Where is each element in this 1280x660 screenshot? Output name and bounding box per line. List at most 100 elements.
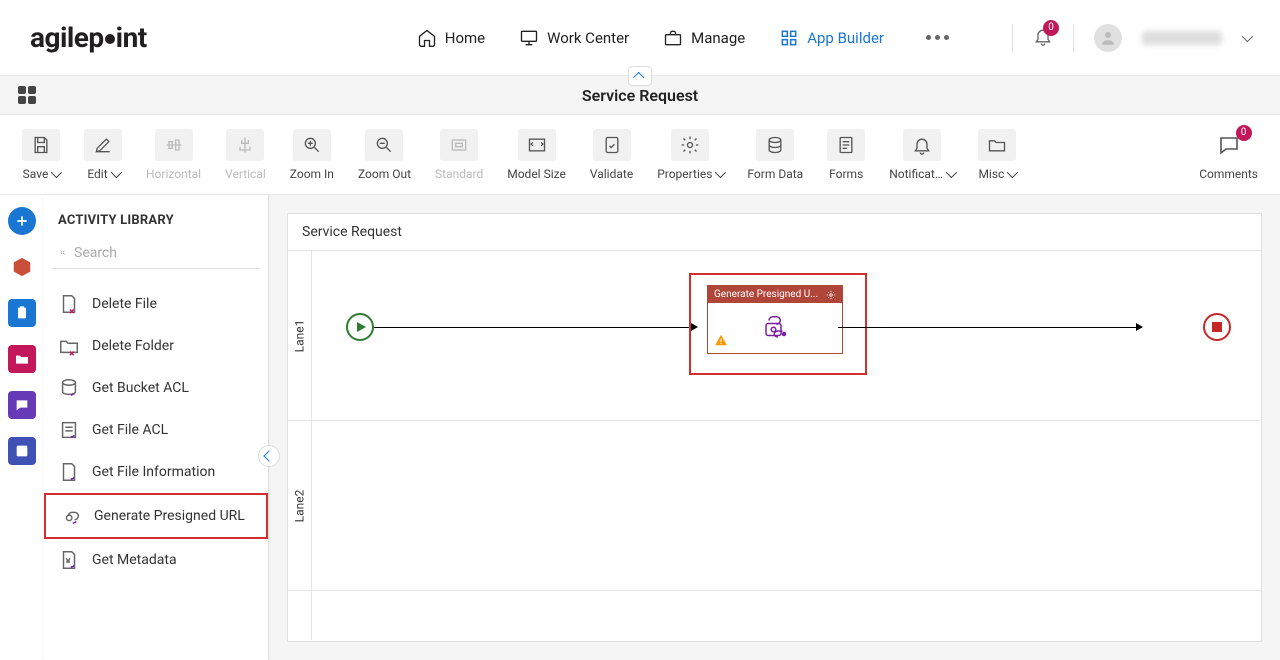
horizontal-button[interactable]: Horizontal	[146, 129, 201, 181]
save-button[interactable]: Save	[22, 129, 60, 181]
panel-title: ACTIVITY LIBRARY	[44, 195, 268, 238]
folder-icon	[987, 135, 1007, 155]
zoom-out-icon	[374, 135, 394, 155]
activity-delete-file[interactable]: Delete File	[44, 283, 268, 325]
gear-icon[interactable]	[826, 290, 836, 300]
flow-connector	[838, 327, 1142, 328]
zoom-in-button[interactable]: Zoom In	[290, 129, 334, 181]
activity-node-header: Generate Presigned U...	[708, 286, 842, 303]
chevron-down-icon	[51, 166, 62, 177]
rail-variables-button[interactable]	[8, 437, 36, 465]
briefcase-icon	[663, 28, 683, 48]
lanes: Lane1 Lane2 Generate Presigned U...	[288, 251, 1261, 640]
model-size-icon	[527, 135, 547, 155]
folder-delete-icon	[58, 335, 80, 357]
nav-manage-label: Manage	[691, 29, 745, 47]
forms-button[interactable]: Forms	[827, 129, 865, 181]
left-rail	[0, 195, 44, 660]
file-info-icon	[58, 461, 80, 483]
properties-button[interactable]: Properties	[657, 129, 723, 181]
notifications-button[interactable]: 0	[1033, 26, 1053, 50]
rail-chat-button[interactable]	[8, 391, 36, 419]
rail-clipboard-button[interactable]	[8, 299, 36, 327]
collapse-panel-button[interactable]	[258, 445, 280, 467]
form-data-button[interactable]: Form Data	[747, 129, 803, 181]
chevron-down-icon	[946, 166, 957, 177]
nav-app-builder[interactable]: App Builder	[779, 28, 884, 48]
chevron-down-icon[interactable]	[1242, 30, 1253, 41]
lane-body: Generate Presigned U...	[312, 251, 1261, 640]
nav-home-label: Home	[445, 29, 485, 47]
grid-icon	[779, 28, 799, 48]
validate-button[interactable]: Validate	[590, 129, 633, 181]
activity-delete-folder[interactable]: Delete Folder	[44, 325, 268, 367]
nav-more-button[interactable]	[926, 35, 949, 40]
package-icon	[11, 256, 33, 278]
gear-icon	[680, 135, 700, 155]
lane-label-2[interactable]: Lane2	[288, 421, 311, 591]
activity-get-file-information[interactable]: Get File Information	[44, 451, 268, 493]
process-canvas[interactable]: Service Request Lane1 Lane2 Gener	[287, 213, 1262, 642]
main-nav: Home Work Center Manage App Builder	[417, 28, 949, 48]
edit-button[interactable]: Edit	[84, 129, 122, 181]
nav-manage[interactable]: Manage	[663, 28, 745, 48]
lane-labels: Lane1 Lane2	[288, 251, 312, 640]
search-input[interactable]	[74, 245, 252, 261]
file-delete-icon	[58, 293, 80, 315]
activity-get-file-acl[interactable]: Get File ACL	[44, 409, 268, 451]
presigned-url-icon	[757, 313, 793, 343]
lane-label-1[interactable]: Lane1	[288, 251, 311, 421]
align-horizontal-icon	[164, 135, 184, 155]
bell-icon	[912, 135, 932, 155]
rail-add-button[interactable]	[8, 207, 36, 235]
rail-package-button[interactable]	[8, 253, 36, 281]
start-node[interactable]	[346, 313, 374, 341]
activity-node-highlight: Generate Presigned U...	[689, 273, 867, 375]
activity-list: Delete File Delete Folder Get Bucket ACL…	[44, 277, 268, 587]
apps-menu-button[interactable]	[18, 86, 36, 104]
zoom-out-button[interactable]: Zoom Out	[358, 129, 411, 181]
activity-get-metadata[interactable]: Get Metadata	[44, 539, 268, 581]
flow-connector	[374, 327, 696, 328]
comments-badge: 0	[1236, 125, 1252, 141]
nav-work-center[interactable]: Work Center	[519, 28, 629, 48]
toolbar: Save Edit Horizontal Vertical Zoom In Zo…	[0, 115, 1280, 195]
misc-button[interactable]: Misc	[978, 129, 1016, 181]
presigned-url-icon	[60, 505, 82, 527]
database-icon	[765, 135, 785, 155]
collapse-subheader-button[interactable]	[628, 66, 652, 86]
notification-badge: 0	[1043, 20, 1059, 36]
comments-button[interactable]: 0 Comments	[1199, 129, 1258, 181]
activity-generate-presigned-url[interactable]: Generate Presigned URL	[44, 493, 268, 539]
validate-icon	[602, 135, 622, 155]
nav-home[interactable]: Home	[417, 28, 485, 48]
subheader-bar: Service Request	[0, 75, 1280, 115]
rail-folder-button[interactable]	[8, 345, 36, 373]
chevron-down-icon	[1007, 166, 1018, 177]
chevron-down-icon	[715, 166, 726, 177]
vertical-button[interactable]: Vertical	[225, 129, 266, 181]
zoom-in-icon	[302, 135, 322, 155]
avatar[interactable]	[1094, 24, 1122, 52]
lane-1[interactable]: Generate Presigned U...	[312, 251, 1261, 421]
chevron-down-icon	[110, 166, 121, 177]
activity-library-panel: ACTIVITY LIBRARY Delete File Delete Fold…	[44, 195, 269, 660]
canvas-title: Service Request	[288, 214, 1261, 251]
username	[1142, 31, 1222, 45]
user-icon	[1099, 29, 1117, 47]
end-node[interactable]	[1203, 313, 1231, 341]
chat-icon	[14, 397, 30, 413]
canvas-wrap: Service Request Lane1 Lane2 Gener	[269, 195, 1280, 660]
activity-node[interactable]: Generate Presigned U...	[707, 285, 843, 354]
lane-2[interactable]	[312, 421, 1261, 591]
activity-get-bucket-acl[interactable]: Get Bucket ACL	[44, 367, 268, 409]
standard-button[interactable]: Standard	[435, 129, 483, 181]
notifications-button[interactable]: Notificat…	[889, 129, 954, 181]
warning-icon	[714, 333, 728, 347]
logo: agilepint	[30, 21, 147, 54]
model-size-button[interactable]: Model Size	[507, 129, 566, 181]
logo-dot-icon	[105, 34, 115, 44]
metadata-icon	[58, 549, 80, 571]
fit-standard-icon	[449, 135, 469, 155]
main-area: ACTIVITY LIBRARY Delete File Delete Fold…	[0, 195, 1280, 660]
